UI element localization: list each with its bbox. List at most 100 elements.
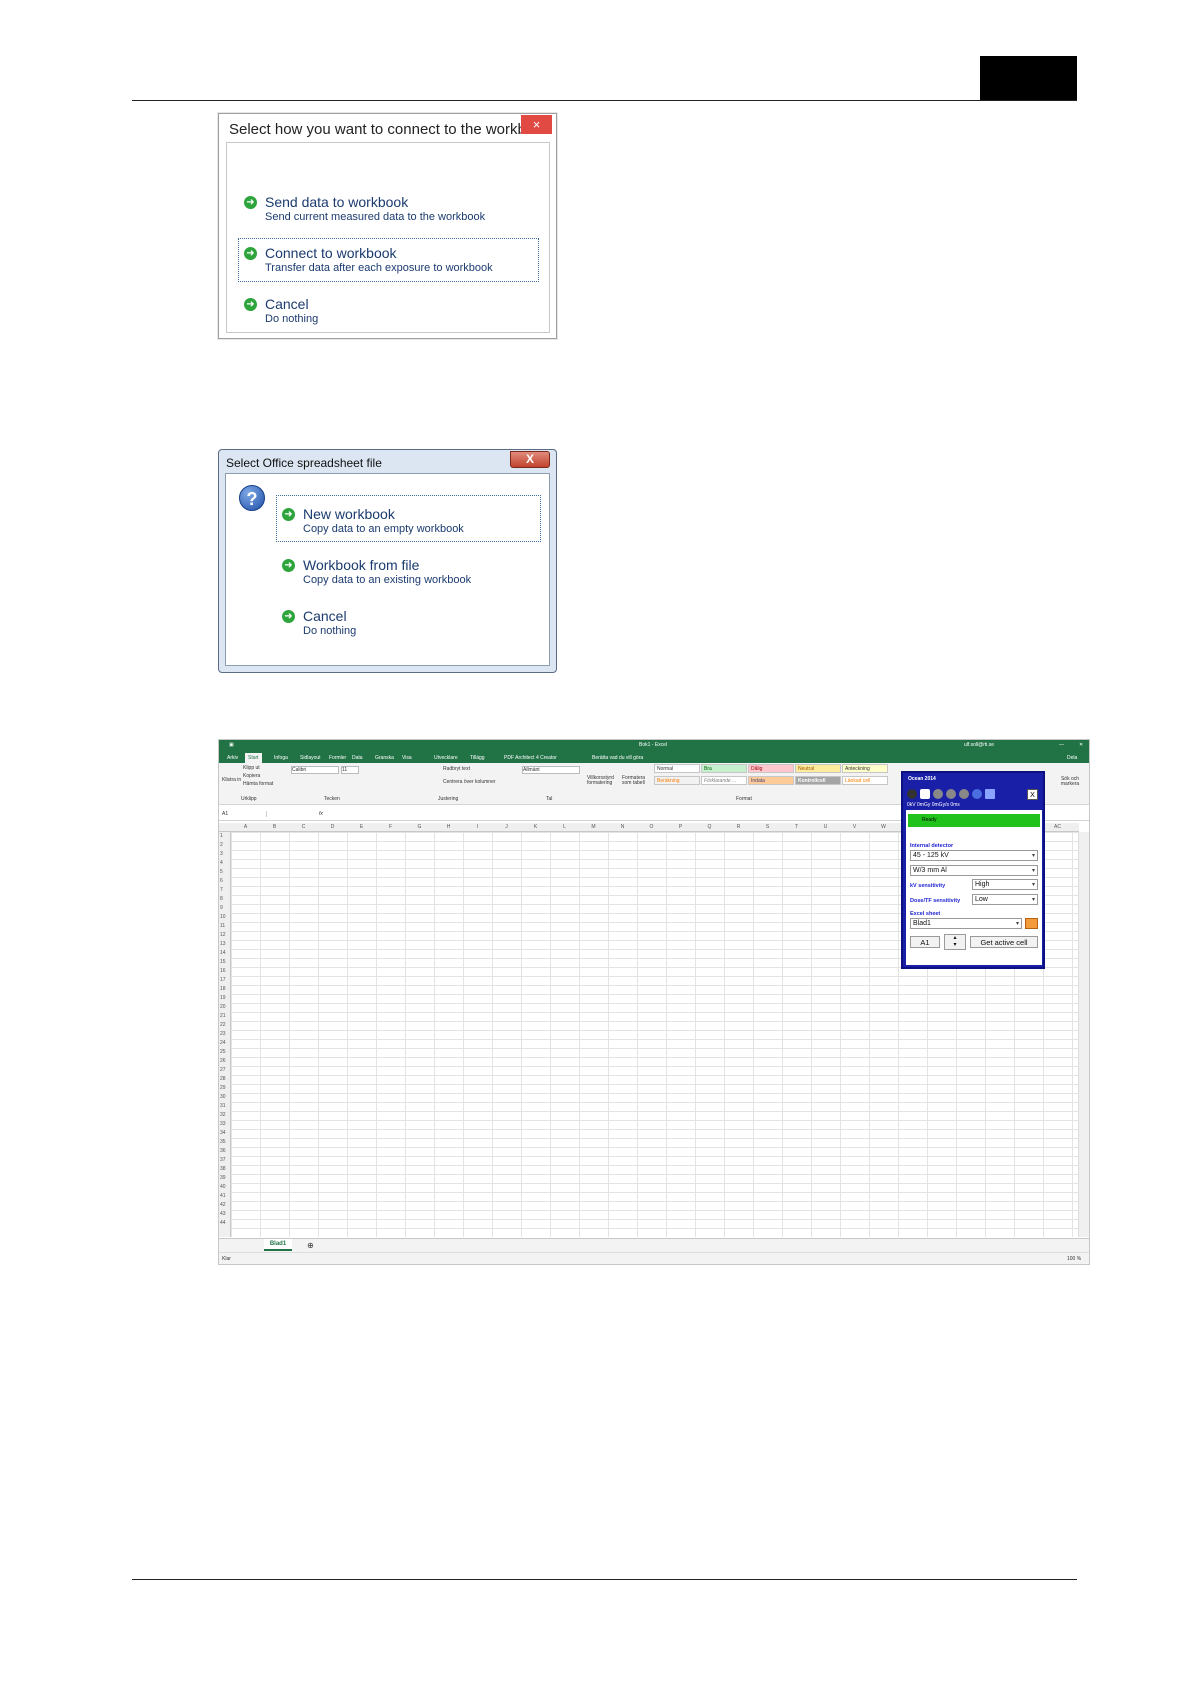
column-header[interactable]: W	[869, 824, 898, 830]
row-header[interactable]: 11	[220, 923, 225, 929]
tab-4[interactable]: Formler	[326, 753, 349, 763]
row-header[interactable]: 4	[220, 860, 223, 866]
record-icon[interactable]	[933, 789, 943, 799]
tab-7[interactable]: Visa	[399, 753, 415, 763]
dose-sensitivity-select[interactable]: Low	[972, 894, 1038, 905]
row-header[interactable]: 37	[220, 1157, 226, 1163]
row-header[interactable]: 14	[220, 950, 226, 956]
row-header[interactable]: 42	[220, 1202, 226, 1208]
row-header[interactable]: 3	[220, 851, 223, 857]
settings-icon[interactable]	[985, 789, 995, 799]
zoom-level[interactable]: 100 %	[1067, 1256, 1081, 1262]
tab-0[interactable]: Arkiv	[224, 753, 241, 763]
style-note[interactable]: Anteckning	[842, 764, 888, 773]
get-active-cell-button[interactable]: Get active cell	[970, 936, 1038, 948]
row-header[interactable]: 35	[220, 1139, 226, 1145]
close-button[interactable]: X	[510, 451, 550, 468]
style-neutral[interactable]: Neutral	[795, 764, 841, 773]
row-header[interactable]: 29	[220, 1085, 226, 1091]
merge-center-button[interactable]: Centrera över kolumner	[443, 779, 496, 785]
row-header[interactable]: 44	[220, 1220, 226, 1226]
column-header[interactable]: U	[811, 824, 840, 830]
row-header[interactable]: 24	[220, 1040, 226, 1046]
style-normal[interactable]: Normal	[654, 764, 700, 773]
row-header[interactable]: 40	[220, 1184, 226, 1190]
style-check-cell[interactable]: Kontrollcell	[795, 776, 841, 785]
close-button[interactable]: X	[1027, 789, 1038, 800]
font-size-select[interactable]: 11	[341, 766, 359, 774]
row-header[interactable]: 33	[220, 1121, 226, 1127]
kv-range-select[interactable]: 45 - 125 kV	[910, 850, 1038, 861]
save-icon[interactable]: ▣	[229, 742, 234, 748]
row-header[interactable]: 18	[220, 986, 226, 992]
style-linked-cell[interactable]: Länkad cell	[842, 776, 888, 785]
kv-sensitivity-select[interactable]: High	[972, 879, 1038, 890]
style-good[interactable]: Bra	[701, 764, 747, 773]
new-workbook-option[interactable]: ➜ New workbook Copy data to an empty wor…	[282, 506, 464, 536]
share-button[interactable]: Dela	[1064, 753, 1080, 763]
column-header[interactable]: O	[637, 824, 666, 830]
row-header[interactable]: 21	[220, 1013, 226, 1019]
row-header[interactable]: 13	[220, 941, 226, 947]
row-header[interactable]: 12	[220, 932, 226, 938]
meter-icon[interactable]	[907, 789, 917, 799]
minimize-icon[interactable]: —	[1059, 742, 1064, 748]
record-icon[interactable]	[946, 789, 956, 799]
cell-stepper[interactable]: ▴ ▾	[944, 934, 966, 950]
row-header[interactable]: 15	[220, 959, 226, 965]
row-header[interactable]: 20	[220, 1004, 226, 1010]
row-header[interactable]: 19	[220, 995, 226, 1001]
row-header[interactable]: 31	[220, 1103, 226, 1109]
column-header[interactable]: L	[550, 824, 579, 830]
column-header[interactable]: I	[463, 824, 492, 830]
column-header[interactable]: S	[753, 824, 782, 830]
paste-button[interactable]: Klistra in	[222, 777, 241, 783]
row-header[interactable]: 5	[220, 869, 223, 875]
column-header[interactable]: J	[492, 824, 521, 830]
tab-8[interactable]: Utvecklare	[431, 753, 461, 763]
wrap-text-button[interactable]: Radbryt text	[443, 766, 470, 772]
workbook-from-file-option[interactable]: ➜ Workbook from file Copy data to an exi…	[282, 557, 471, 587]
style-bad[interactable]: Dålig	[748, 764, 794, 773]
format-table-button[interactable]: Formatera som tabell	[622, 776, 648, 786]
conditional-format-button[interactable]: Villkorsstyrd formatering	[587, 776, 619, 786]
sheet-tab[interactable]: Blad1	[264, 1239, 292, 1251]
tab-2[interactable]: Infoga	[271, 753, 291, 763]
row-header[interactable]: 25	[220, 1049, 226, 1055]
column-header[interactable]: E	[347, 824, 376, 830]
font-name-select[interactable]: Calibri	[291, 766, 339, 774]
column-header[interactable]: D	[318, 824, 347, 830]
row-header[interactable]: 23	[220, 1031, 226, 1037]
record-icon[interactable]	[959, 789, 969, 799]
row-header[interactable]: 38	[220, 1166, 226, 1172]
column-header[interactable]: V	[840, 824, 869, 830]
tell-me-search[interactable]: Berätta vad du vill göra	[589, 753, 646, 763]
send-data-option[interactable]: ➜ Send data to workbook Send current mea…	[244, 194, 485, 224]
row-header[interactable]: 27	[220, 1067, 226, 1073]
tab-3[interactable]: Sidlayout	[297, 753, 324, 763]
row-header[interactable]: 16	[220, 968, 226, 974]
column-header[interactable]: N	[608, 824, 637, 830]
tab-1[interactable]: Start	[245, 753, 262, 763]
row-header[interactable]: 9	[220, 905, 223, 911]
vertical-scrollbar[interactable]	[1078, 832, 1089, 1237]
format-painter-button[interactable]: Hämta format	[243, 781, 273, 787]
row-header[interactable]: 2	[220, 842, 223, 848]
row-header[interactable]: 43	[220, 1211, 226, 1217]
chart-icon[interactable]	[920, 789, 930, 799]
add-sheet-icon[interactable]: ⊕	[307, 1241, 314, 1250]
column-header[interactable]: H	[434, 824, 463, 830]
style-calculation[interactable]: Beräkning	[654, 776, 700, 785]
pause-icon[interactable]	[972, 789, 982, 799]
row-header[interactable]: 41	[220, 1193, 226, 1199]
column-header[interactable]: R	[724, 824, 753, 830]
column-header[interactable]: B	[260, 824, 289, 830]
fx-icon[interactable]: fx	[319, 811, 323, 817]
row-header[interactable]: 7	[220, 887, 223, 893]
column-header[interactable]: A	[231, 824, 260, 830]
row-header[interactable]: 1	[220, 833, 223, 839]
row-header[interactable]: 34	[220, 1130, 226, 1136]
tab-5[interactable]: Data	[349, 753, 366, 763]
column-header[interactable]: F	[376, 824, 405, 830]
connect-option[interactable]: ➜ Connect to workbook Transfer data afte…	[244, 245, 493, 275]
